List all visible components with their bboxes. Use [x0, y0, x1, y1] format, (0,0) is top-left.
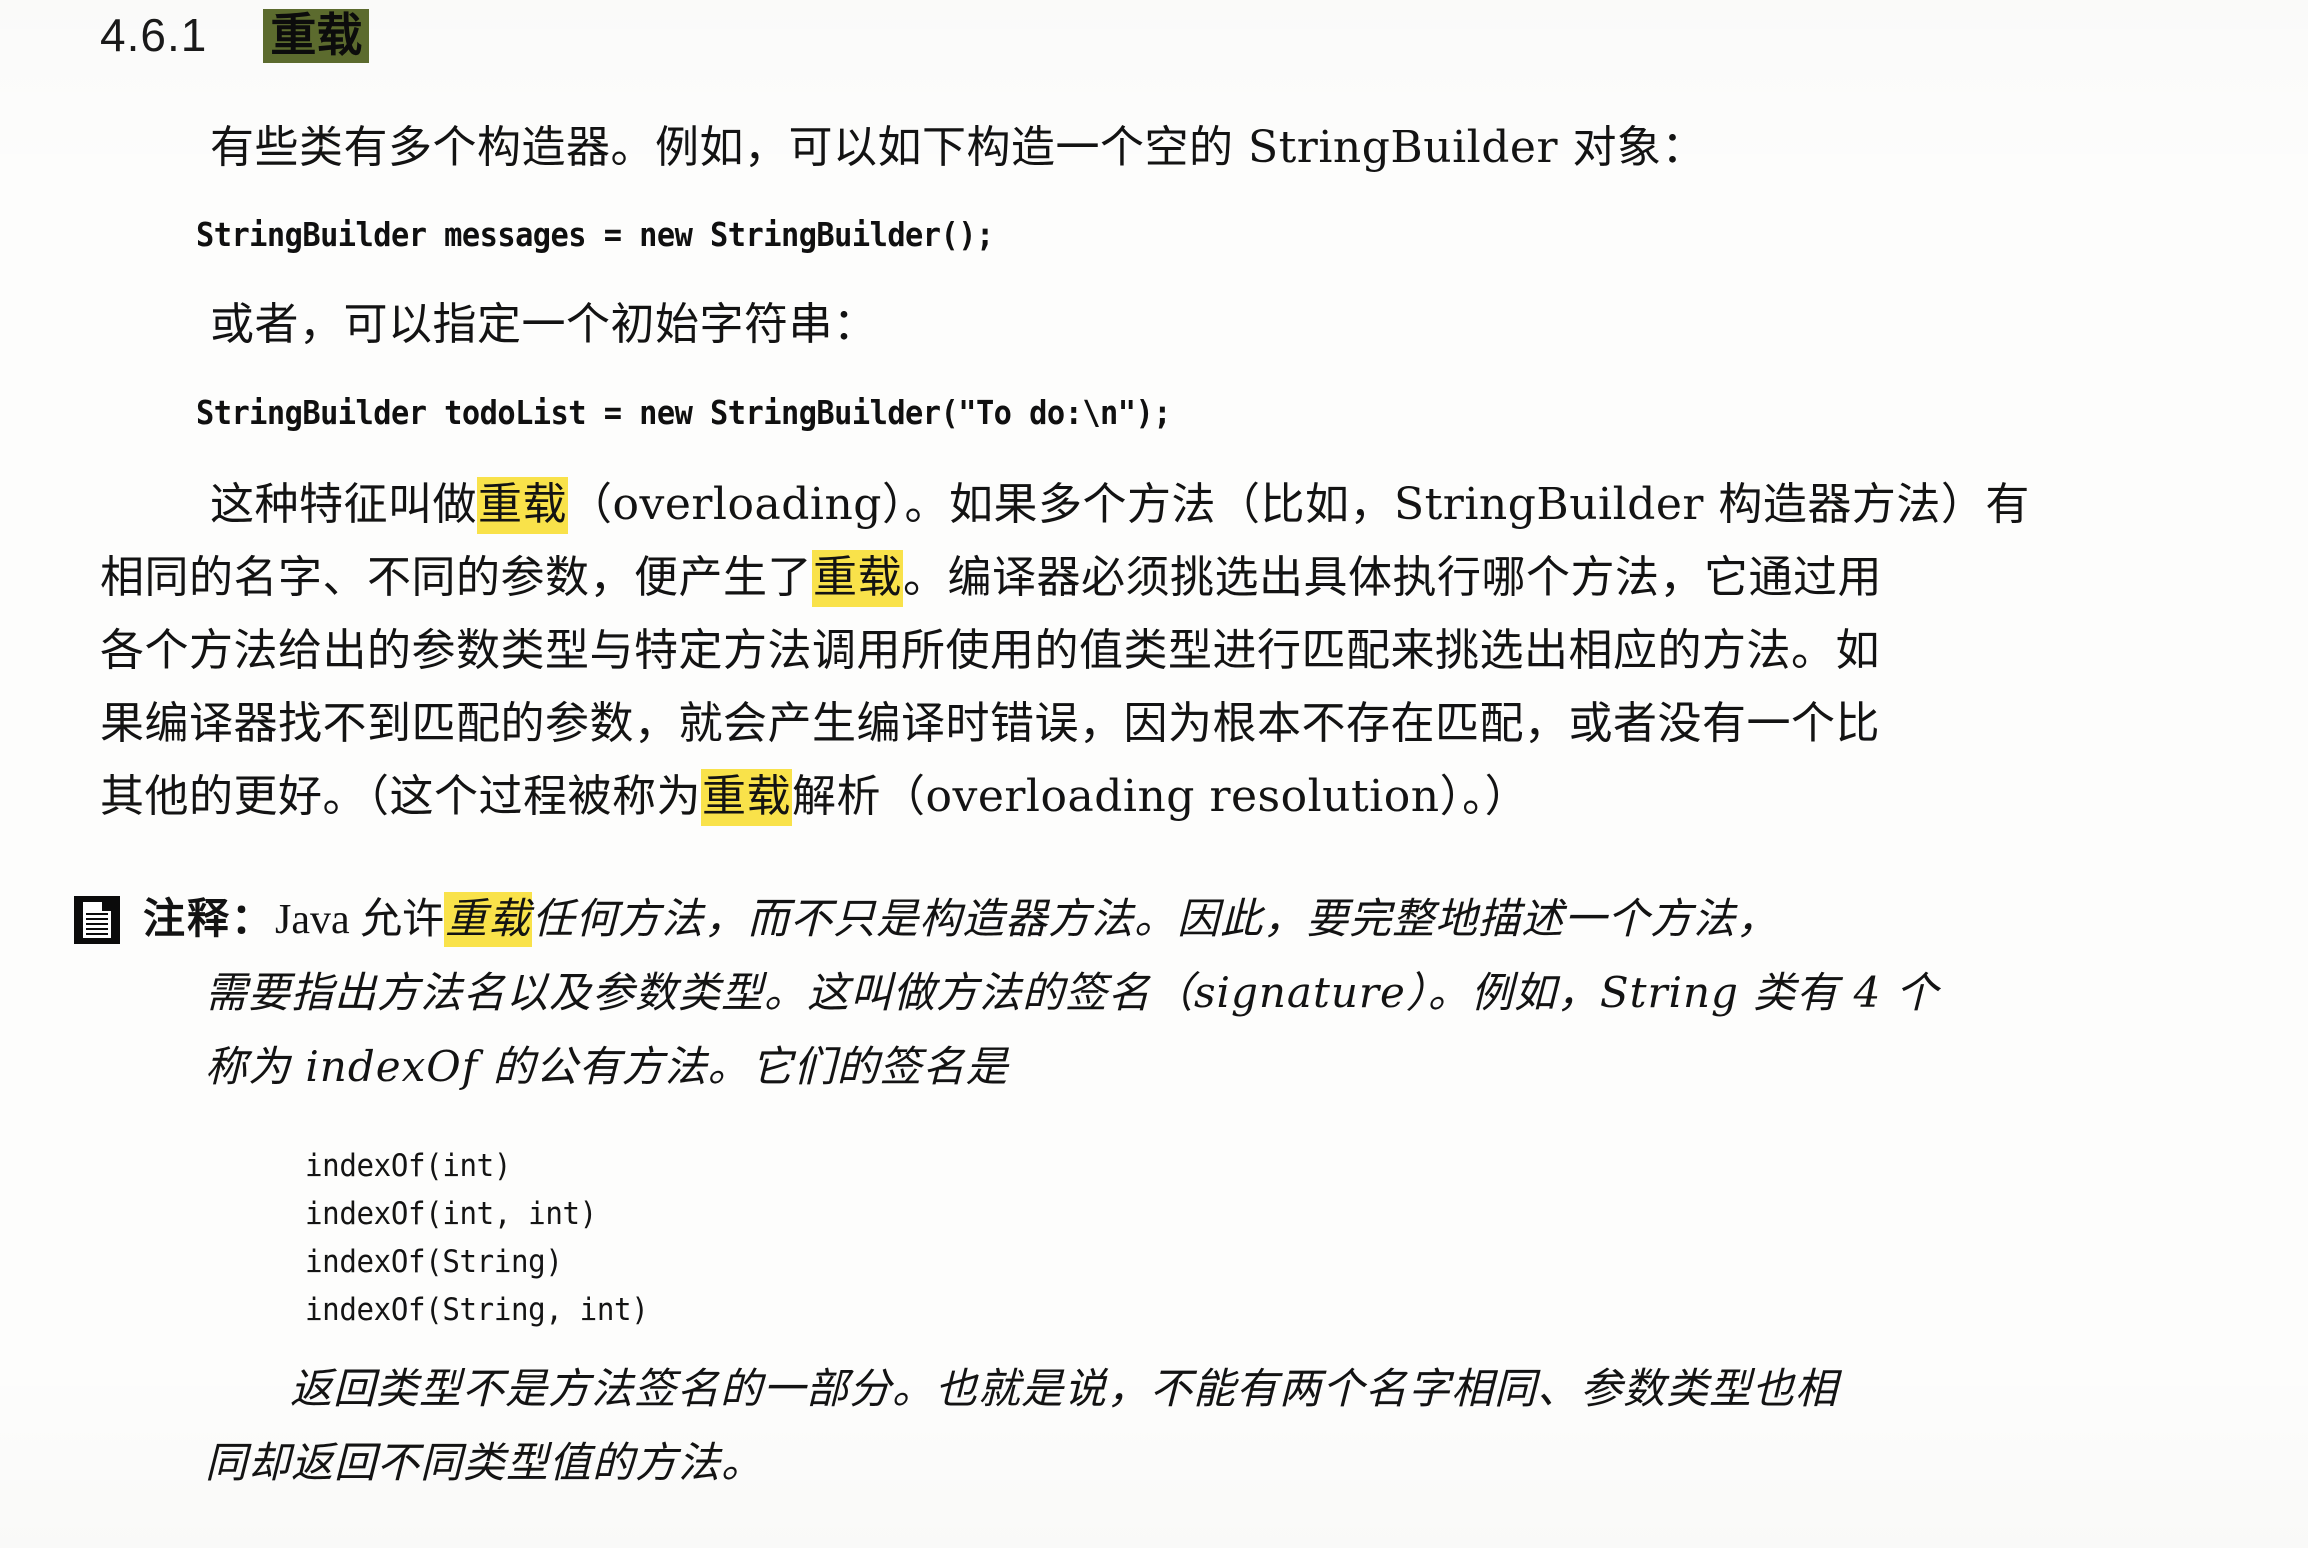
highlight-chongzai-2: 重载 — [812, 550, 903, 607]
note-code-line-1: indexOf(int) — [305, 1148, 512, 1184]
note-closing-line-2: 同却返回不同类型值的方法。 — [205, 1438, 765, 1487]
code-block-2-line-1: StringBuilder todoList = new StringBuild… — [196, 393, 1172, 432]
overloading-p-l5-b: 解析（overloading resolution）。） — [792, 771, 1530, 822]
code-block-1-line-1: StringBuilder messages = new StringBuild… — [196, 215, 994, 254]
overloading-p-l1-b: （overloading）。如果多个方法（比如，StringBuilder 构造… — [568, 479, 2030, 530]
section-number: 4.6.1 — [100, 9, 208, 61]
section-title-highlighted: 重载 — [263, 9, 370, 63]
note-l1-a: Java 允许 — [275, 897, 445, 943]
overloading-p-l2-a: 相同的名字、不同的参数，便产生了 — [100, 552, 812, 603]
overloading-paragraph-line-1: 这种特征叫做重载（overloading）。如果多个方法（比如，StringBu… — [210, 477, 2030, 534]
note-closing-line-1: 返回类型不是方法签名的一部分。也就是说，不能有两个名字相同、参数类型也相 — [290, 1364, 1839, 1413]
overloading-p-l1-a: 这种特征叫做 — [210, 479, 477, 530]
overloading-paragraph-line-5: 其他的更好。（这个过程被称为重载解析（overloading resolutio… — [100, 769, 1529, 826]
highlight-chongzai-1: 重载 — [477, 477, 568, 534]
intro-paragraph-line-1: 有些类有多个构造器。例如，可以如下构造一个空的 StringBuilder 对象… — [210, 122, 1706, 173]
highlight-chongzai-4: 重载 — [444, 892, 533, 947]
note-label: 注释： — [143, 894, 276, 943]
overloading-paragraph-line-2: 相同的名字、不同的参数，便产生了重载。编译器必须挑选出具体执行哪个方法，它通过用 — [100, 550, 1882, 607]
overloading-paragraph-line-4: 果编译器找不到匹配的参数，就会产生编译时错误，因为根本不存在匹配，或者没有一个比 — [100, 698, 1880, 749]
note-icon-line-4 — [86, 928, 108, 930]
highlight-chongzai-3: 重载 — [701, 769, 792, 826]
note-icon-line-2 — [86, 918, 108, 920]
note-icon-line-3 — [86, 923, 108, 925]
note-line-1: 注释：Java 允许重载任何方法，而不只是构造器方法。因此，要完整地描述一个方法… — [143, 892, 1779, 947]
note-code-line-4: indexOf(String, int) — [305, 1292, 649, 1328]
intro2-paragraph-line-1: 或者，可以指定一个初始字符串： — [210, 299, 878, 350]
overloading-p-l2-b: 。编译器必须挑选出具体执行哪个方法，它通过用 — [903, 552, 1882, 603]
note-l1-b: 任何方法，而不只是构造器方法。因此，要完整地描述一个方法， — [532, 894, 1780, 943]
overloading-paragraph-line-3: 各个方法给出的参数类型与特定方法调用所使用的值类型进行匹配来挑选出相应的方法。如 — [100, 625, 1880, 676]
note-line-3: 称为 indexOf 的公有方法。它们的签名是 — [205, 1042, 1009, 1091]
document-page: 4.6.1 重载 有些类有多个构造器。例如，可以如下构造一个空的 StringB… — [0, 0, 2308, 1548]
section-heading: 4.6.1 重载 — [100, 8, 370, 63]
note-icon-line-1 — [86, 913, 108, 915]
note-code-line-2: indexOf(int, int) — [305, 1196, 597, 1232]
overloading-p-l5-a: 其他的更好。（这个过程被称为 — [100, 771, 701, 822]
note-icon-fold — [102, 902, 111, 911]
note-document-icon — [74, 896, 120, 944]
note-line-2: 需要指出方法名以及参数类型。这叫做方法的签名（signature）。例如，Str… — [205, 968, 1939, 1017]
note-code-line-3: indexOf(String) — [305, 1244, 563, 1280]
note-icon-line-5 — [86, 933, 108, 935]
